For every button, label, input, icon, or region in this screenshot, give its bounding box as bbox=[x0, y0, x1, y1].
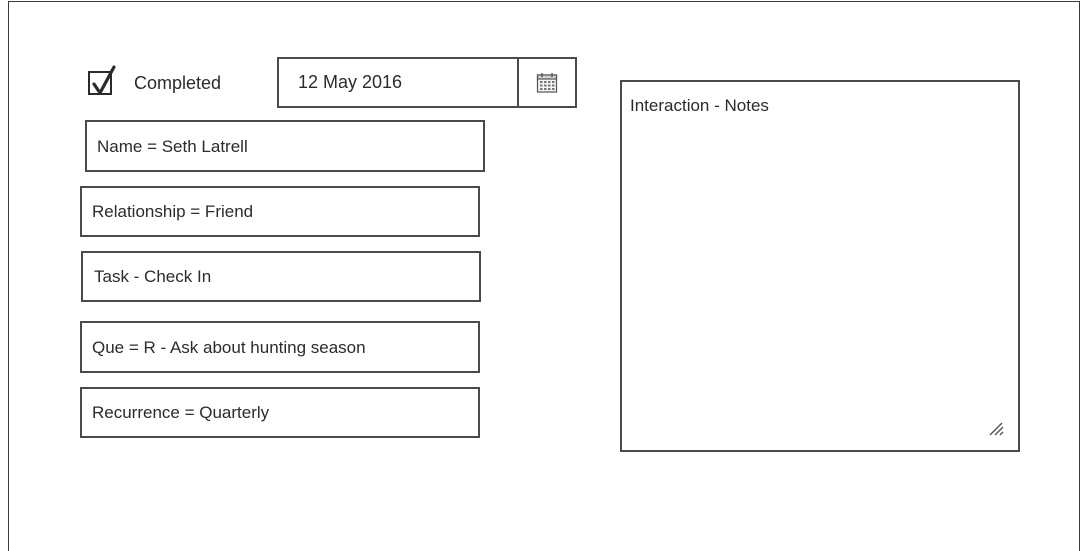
notes-placeholder: Interaction - Notes bbox=[630, 96, 769, 115]
relationship-field[interactable]: Relationship = Friend bbox=[80, 186, 480, 237]
recurrence-field[interactable]: Recurrence = Quarterly bbox=[80, 387, 480, 438]
que-field[interactable]: Que = R - Ask about hunting season bbox=[80, 321, 480, 373]
calendar-button[interactable] bbox=[517, 59, 575, 106]
date-input[interactable]: 12 May 2016 bbox=[279, 59, 517, 106]
notes-textarea[interactable]: Interaction - Notes bbox=[620, 80, 1020, 452]
name-field[interactable]: Name = Seth Latrell bbox=[85, 120, 485, 172]
checkmark-icon bbox=[92, 65, 116, 95]
calendar-icon bbox=[536, 72, 558, 93]
completed-label: Completed bbox=[134, 72, 222, 93]
resize-grip-icon[interactable] bbox=[986, 418, 1004, 436]
date-picker[interactable]: 12 May 2016 bbox=[277, 57, 577, 108]
completed-checkbox[interactable] bbox=[88, 65, 116, 95]
completed-checkbox-row[interactable]: Completed bbox=[88, 65, 222, 100]
task-field[interactable]: Task - Check In bbox=[81, 251, 481, 302]
